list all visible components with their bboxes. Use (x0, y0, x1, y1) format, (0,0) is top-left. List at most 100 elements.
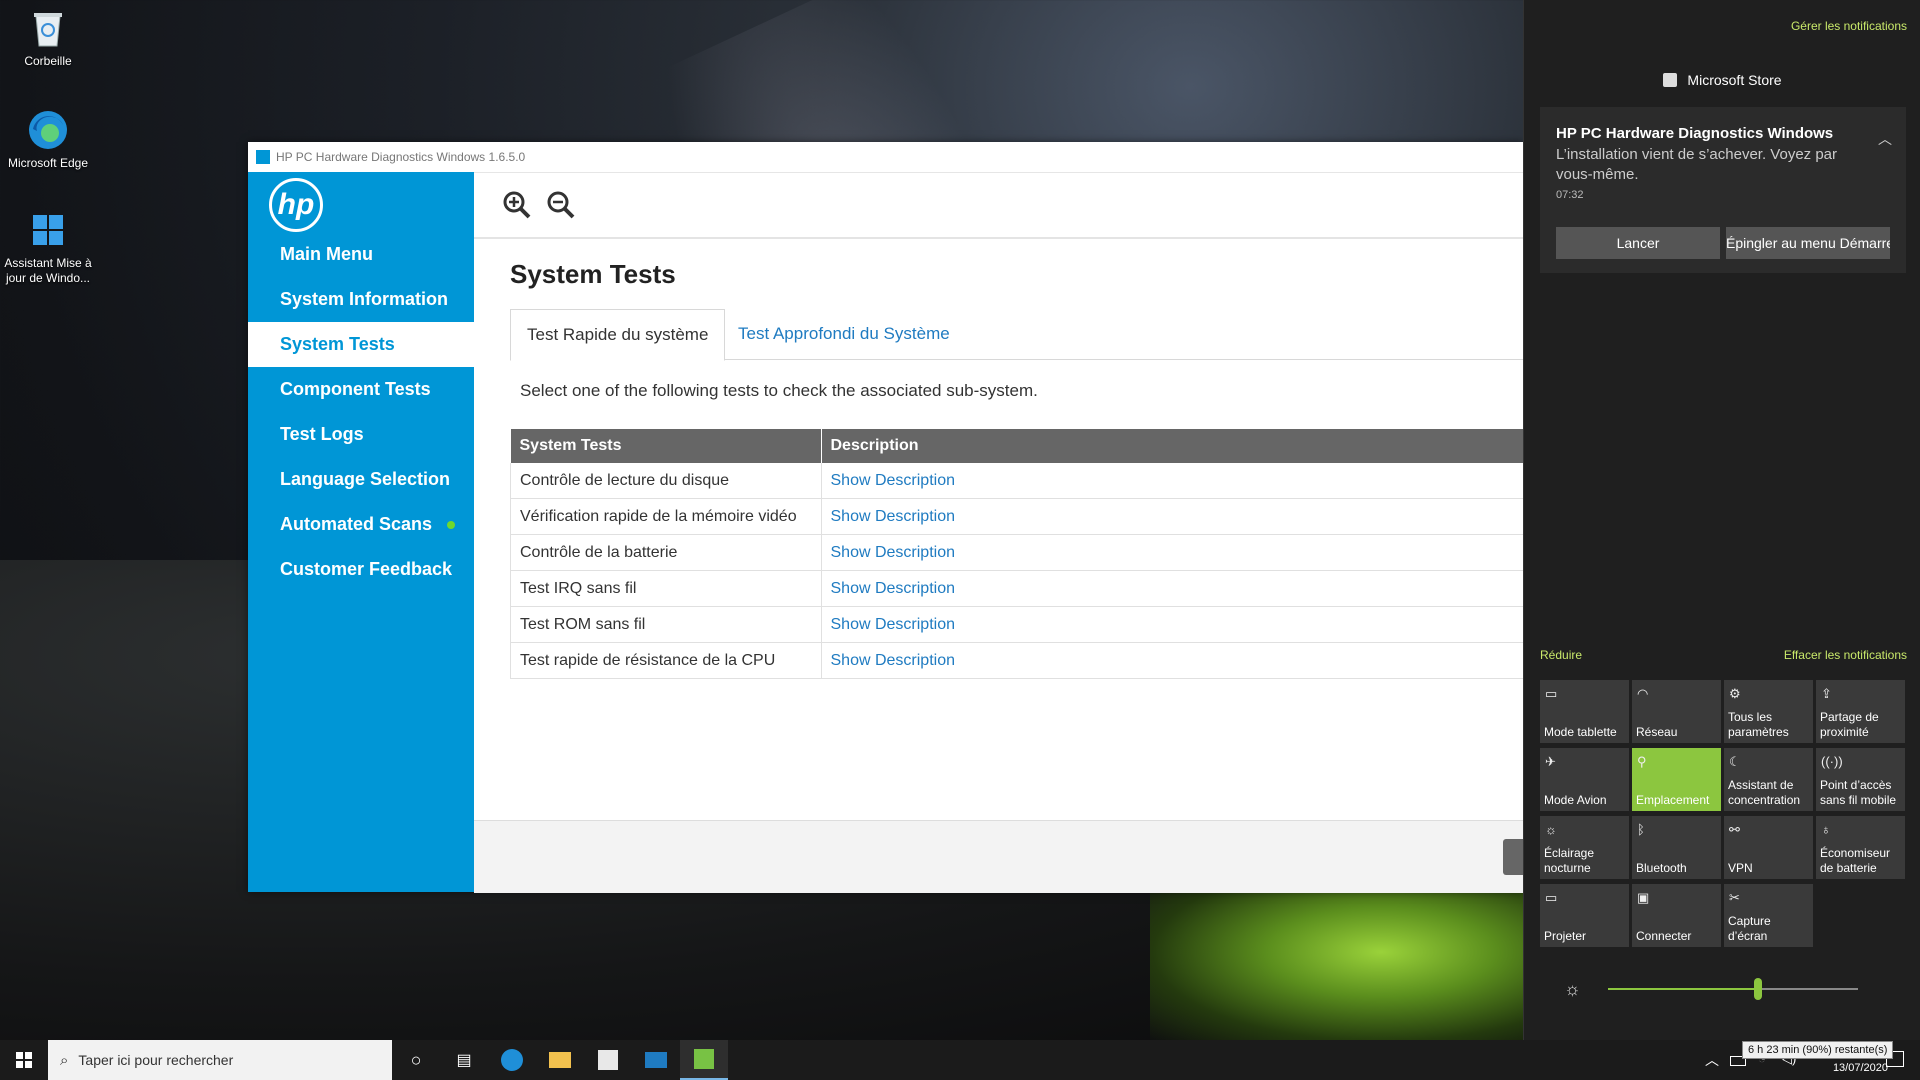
table-row[interactable]: Contrôle de la batterie Show Description (510, 534, 1524, 571)
notification-card[interactable]: HP PC Hardware Diagnostics Windows L’ins… (1540, 107, 1906, 273)
search-placeholder: Taper ici pour rechercher (78, 1052, 234, 1068)
sidebar-item-system-information[interactable]: System Information (248, 277, 474, 322)
sidebar-item-customer-feedback[interactable]: Customer Feedback (248, 547, 474, 592)
pin-to-start-button[interactable]: Épingler au menu Démarrer (1726, 227, 1890, 259)
test-name[interactable]: Vérification rapide de la mémoire vidéo (510, 498, 822, 535)
vpn-icon: ⚯ (1729, 822, 1740, 837)
instructions-text: Select one of the following tests to che… (520, 381, 1038, 400)
test-name[interactable]: Contrôle de la batterie (510, 534, 822, 571)
notification-app-name: Microsoft Store (1687, 72, 1782, 88)
window-titlebar[interactable]: HP PC Hardware Diagnostics Windows 1.6.5… (248, 142, 1523, 173)
taskbar-file-explorer[interactable] (536, 1040, 584, 1080)
sidebar-item-component-tests[interactable]: Component Tests (248, 367, 474, 412)
tile-mobile-hotspot[interactable]: ((·)) Point d’accès sans fil mobile (1816, 748, 1905, 811)
table-row[interactable]: Contrôle de lecture du disque Show Descr… (510, 463, 1524, 499)
tile-label: Capture d’écran (1728, 914, 1771, 943)
launch-button[interactable]: Lancer (1556, 227, 1720, 259)
collapse-link[interactable]: Réduire (1540, 648, 1582, 662)
hp-diagnostics-window: HP PC Hardware Diagnostics Windows 1.6.5… (248, 142, 1533, 893)
table-header-row: System Tests Description (510, 429, 1524, 463)
clear-notifications-link[interactable]: Effacer les notifications (1784, 648, 1907, 662)
app-icon (256, 150, 270, 164)
hp-logo: hp (269, 178, 323, 232)
green-tent (1150, 892, 1570, 1042)
show-hidden-icons-chevron-icon[interactable]: ︿ (1705, 1050, 1719, 1070)
sidebar-item-test-logs[interactable]: Test Logs (248, 412, 474, 457)
desktop-icon-update-assistant[interactable]: Assistant Mise à jour de Windo... (3, 208, 93, 286)
show-description-link[interactable]: Show Description (821, 606, 1524, 643)
status-dot-icon (447, 521, 455, 529)
tile-night-light[interactable]: ☼ Éclairage nocturne (1540, 816, 1629, 879)
tile-battery-saver[interactable]: ♁ Économiseur de batterie (1816, 816, 1905, 879)
table-row[interactable]: Test ROM sans fil Show Description (510, 606, 1524, 643)
table-row[interactable]: Test rapide de résistance de la CPU Show… (510, 642, 1524, 679)
tile-label: Mode tablette (1544, 725, 1617, 739)
show-description-link[interactable]: Show Description (821, 498, 1524, 535)
airplane-icon: ✈ (1545, 754, 1556, 769)
chevron-up-icon[interactable]: ︿ (1878, 129, 1892, 149)
notification-time: 07:32 (1556, 189, 1584, 201)
test-tabs: Test Rapide du système Test Approfondi d… (510, 309, 1523, 361)
tile-nearby-sharing[interactable]: ⇪ Partage de proximité (1816, 680, 1905, 743)
sidebar-item-language-selection[interactable]: Language Selection (248, 457, 474, 502)
tile-label: Éclairage nocturne (1544, 846, 1595, 875)
test-name[interactable]: Contrôle de lecture du disque (510, 463, 822, 499)
tile-bluetooth[interactable]: ᛒ Bluetooth (1632, 816, 1721, 879)
tile-screen-snip[interactable]: ✂ Capture d’écran (1724, 884, 1813, 947)
show-description-link[interactable]: Show Description (821, 642, 1524, 679)
tile-vpn[interactable]: ⚯ VPN (1724, 816, 1813, 879)
taskbar-mail[interactable] (632, 1040, 680, 1080)
sidebar-item-system-tests[interactable]: System Tests (248, 322, 474, 367)
tile-network[interactable]: ◠ Réseau (1632, 680, 1721, 743)
taskbar-store[interactable] (584, 1040, 632, 1080)
folder-icon (549, 1052, 571, 1068)
taskbar-search[interactable]: ⌕ Taper ici pour rechercher (48, 1040, 392, 1080)
tab-quick-test[interactable]: Test Rapide du système (510, 309, 726, 361)
brightness-slider[interactable] (1754, 978, 1762, 1000)
tile-label: Partage de proximité (1820, 710, 1879, 739)
desktop-icon-recycle-bin[interactable]: Corbeille (3, 6, 93, 69)
table-row[interactable]: Vérification rapide de la mémoire vidéo … (510, 498, 1524, 535)
test-name[interactable]: Test rapide de résistance de la CPU (510, 642, 822, 679)
taskbar-hp-diagnostics[interactable] (680, 1040, 728, 1080)
battery-saver-icon: ♁ (1821, 822, 1831, 837)
table-row[interactable]: Test IRQ sans fil Show Description (510, 570, 1524, 607)
sidebar-item-main-menu[interactable]: Main Menu (248, 232, 474, 277)
bluetooth-icon: ᛒ (1637, 822, 1645, 837)
tile-connect[interactable]: ▣ Connecter (1632, 884, 1721, 947)
test-name[interactable]: Test IRQ sans fil (510, 570, 822, 607)
tab-extensive-test[interactable]: Test Approfondi du Système (722, 309, 966, 359)
tile-location[interactable]: ⚲ Emplacement (1632, 748, 1721, 811)
tile-tablet-mode[interactable]: ▭ Mode tablette (1540, 680, 1629, 743)
taskbar: ⌕ Taper ici pour rechercher ○ ▤ ︿ ◔ ◁) 1… (0, 1040, 1920, 1080)
column-header-test: System Tests (510, 429, 822, 463)
windows-update-icon (26, 208, 70, 252)
zoom-out-icon[interactable] (546, 190, 576, 220)
mail-icon (645, 1052, 667, 1068)
tile-focus-assist[interactable]: ☾ Assistant de concentration (1724, 748, 1813, 811)
edge-icon (501, 1049, 523, 1071)
test-name[interactable]: Test ROM sans fil (510, 606, 822, 643)
tile-label: Emplacement (1636, 793, 1710, 807)
taskbar-date[interactable]: 13/07/2020 (1833, 1062, 1888, 1074)
notification-title: HP PC Hardware Diagnostics Windows (1556, 125, 1834, 142)
show-description-link[interactable]: Show Description (821, 570, 1524, 607)
tile-label: Bluetooth (1636, 861, 1687, 875)
tablet-icon: ▭ (1545, 686, 1558, 701)
tile-all-settings[interactable]: ⚙ Tous les paramètres (1724, 680, 1813, 743)
desktop-icon-edge[interactable]: Microsoft Edge (3, 108, 93, 171)
gear-icon: ⚙ (1729, 686, 1741, 701)
taskbar-edge[interactable] (488, 1040, 536, 1080)
main-content: System Tests Test Rapide du système Test… (474, 239, 1524, 821)
tile-airplane-mode[interactable]: ✈ Mode Avion (1540, 748, 1629, 811)
tile-project[interactable]: ▭ Projeter (1540, 884, 1629, 947)
show-description-link[interactable]: Show Description (821, 463, 1524, 499)
start-button[interactable] (0, 1040, 48, 1080)
zoom-in-icon[interactable] (502, 190, 532, 220)
show-description-link[interactable]: Show Description (821, 534, 1524, 571)
manage-notifications-link[interactable]: Gérer les notifications (1791, 19, 1907, 33)
action-center: Gérer les notifications Microsoft Store … (1523, 0, 1920, 1040)
sidebar-item-automated-scans[interactable]: Automated Scans (248, 502, 474, 547)
task-view-button[interactable]: ▤ (440, 1040, 488, 1080)
cortana-button[interactable]: ○ (392, 1040, 440, 1080)
